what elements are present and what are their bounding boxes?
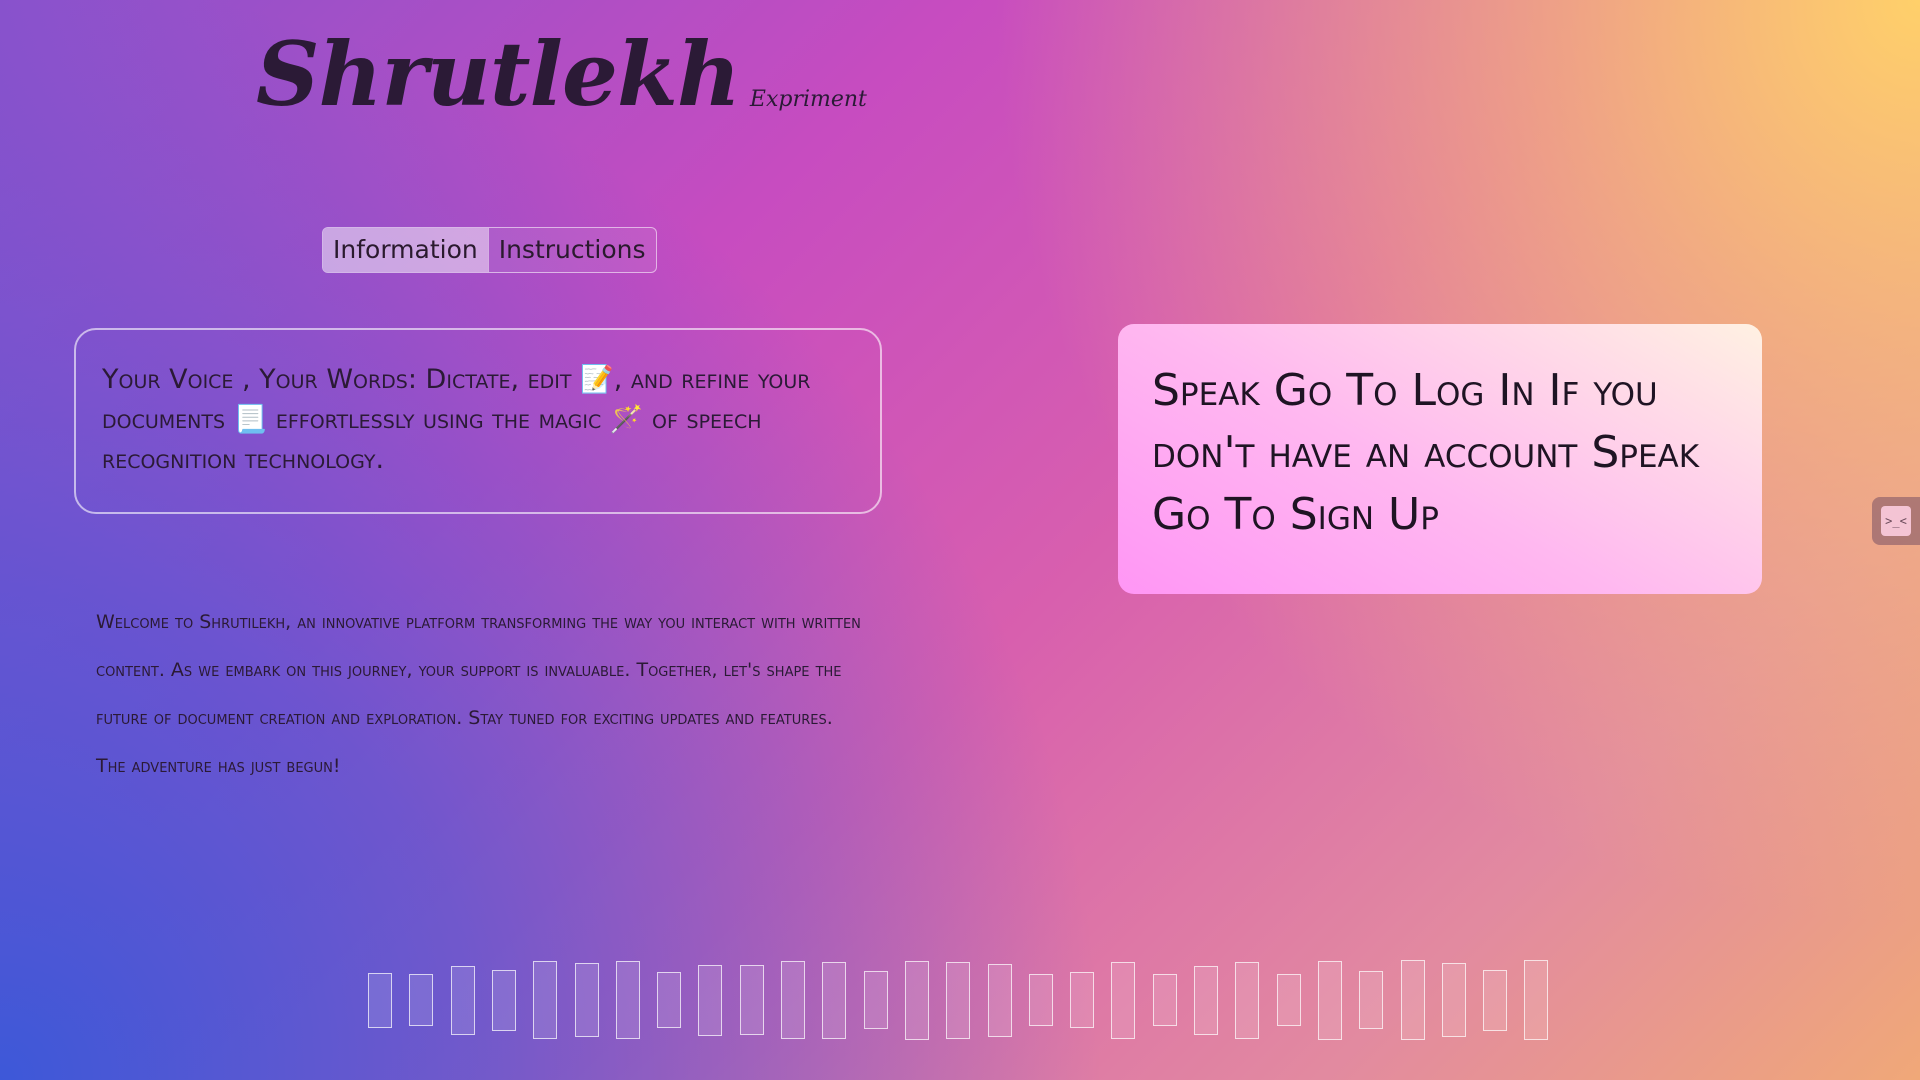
visualizer-bar bbox=[1400, 960, 1425, 1040]
info-text-part3: effortlessly using the magic bbox=[267, 404, 610, 435]
visualizer-bar bbox=[1152, 973, 1177, 1027]
visualizer-bar bbox=[368, 972, 392, 1028]
visualizer-bar bbox=[450, 965, 475, 1035]
visualizer-bar bbox=[1524, 960, 1549, 1040]
magic-wand-icon: 🪄 bbox=[609, 404, 644, 435]
visualizer-bar bbox=[409, 973, 434, 1027]
visualizer-bar bbox=[739, 965, 764, 1035]
tab-bar: Information Instructions bbox=[322, 227, 657, 273]
side-panel-toggle[interactable]: >_< bbox=[1872, 497, 1920, 545]
visualizer-bar bbox=[1441, 963, 1466, 1037]
audio-visualizer bbox=[368, 950, 1552, 1050]
brand-subtitle: Expriment bbox=[749, 87, 867, 112]
visualizer-bar bbox=[1111, 961, 1136, 1039]
info-card: Your Voice , Your Words: Dictate, edit 📝… bbox=[74, 328, 882, 514]
visualizer-bar bbox=[1028, 973, 1053, 1027]
visualizer-bar bbox=[1359, 971, 1384, 1029]
visualizer-bar bbox=[698, 964, 723, 1036]
tab-instructions[interactable]: Instructions bbox=[487, 228, 656, 272]
voice-command-text: Speak Go To Log In If you don't have an … bbox=[1152, 365, 1700, 540]
visualizer-bar bbox=[615, 960, 640, 1040]
visualizer-bar bbox=[574, 963, 599, 1037]
visualizer-bar bbox=[987, 963, 1012, 1037]
visualizer-bar bbox=[1235, 961, 1260, 1039]
visualizer-bar bbox=[1483, 969, 1508, 1031]
visualizer-bar bbox=[1317, 960, 1342, 1040]
visualizer-bar bbox=[822, 961, 847, 1039]
visualizer-bar bbox=[1070, 972, 1095, 1028]
brand-logo: Shrutlekh Expriment bbox=[256, 30, 867, 118]
visualizer-bar bbox=[491, 969, 516, 1031]
visualizer-bar bbox=[657, 972, 682, 1028]
visualizer-bar bbox=[533, 961, 558, 1039]
visualizer-bar bbox=[863, 971, 888, 1029]
memo-icon: 📝 bbox=[580, 364, 614, 395]
info-text-part1: Your Voice , Your Words: Dictate, edit bbox=[102, 364, 581, 395]
visualizer-bar bbox=[946, 961, 971, 1039]
page-icon: 📃 bbox=[233, 404, 268, 435]
visualizer-bar bbox=[1276, 973, 1301, 1027]
tab-information[interactable]: Information bbox=[323, 228, 488, 272]
brand-title: Shrutlekh bbox=[256, 22, 741, 126]
welcome-text: Welcome to Shrutilekh, an innovative pla… bbox=[96, 611, 861, 777]
face-icon: >_< bbox=[1881, 506, 1911, 536]
visualizer-bar bbox=[781, 960, 805, 1040]
visualizer-bar bbox=[904, 960, 929, 1040]
voice-command-card: Speak Go To Log In If you don't have an … bbox=[1118, 324, 1762, 594]
visualizer-bar bbox=[1194, 965, 1218, 1035]
